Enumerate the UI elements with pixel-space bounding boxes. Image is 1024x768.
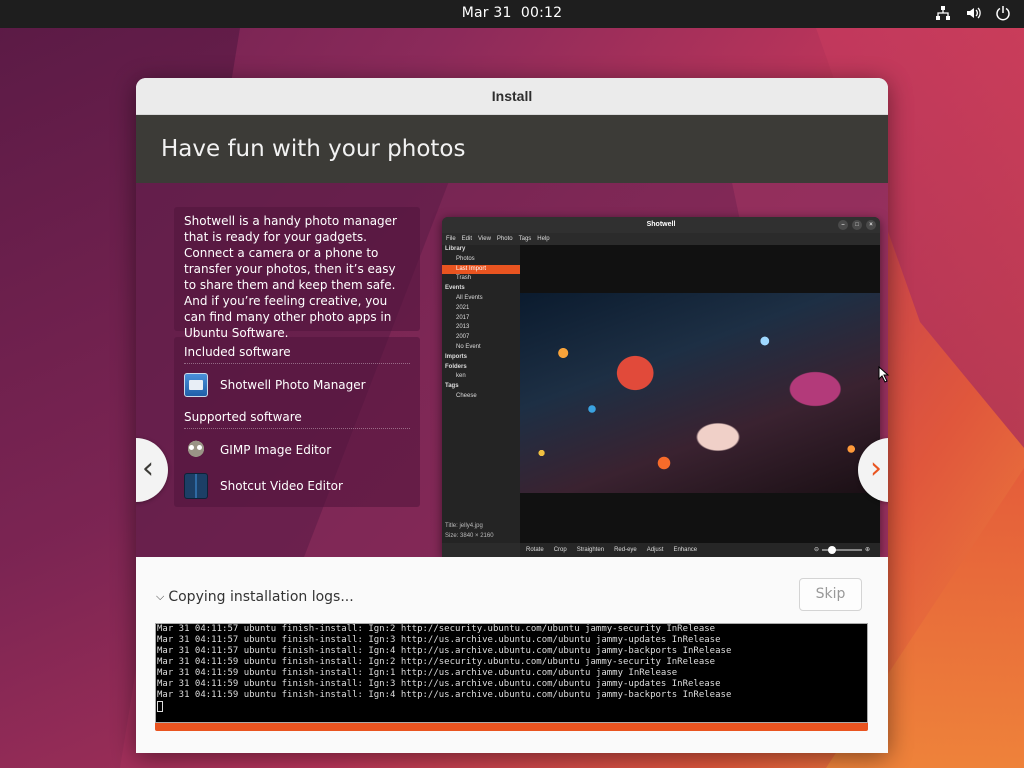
preview-sidebar-item: 2013 <box>456 324 470 331</box>
preview-sidebar-item: No Event <box>456 343 481 350</box>
window-title: Install <box>136 78 888 115</box>
power-icon[interactable] <box>994 4 1012 22</box>
zoom-track <box>821 546 862 554</box>
preview-menu-item: View <box>478 236 491 242</box>
meta-title: jelly4.jpg <box>459 523 483 529</box>
preview-menu-item: File <box>446 236 456 242</box>
shotcut-icon <box>184 473 208 499</box>
preview-menubar: File Edit View Photo Tags Help <box>442 233 880 245</box>
preview-sidebar-item: Photos <box>456 255 475 262</box>
log-line: Mar 31 04:11:59 ubuntu finish-install: I… <box>157 690 732 700</box>
skip-button[interactable]: Skip <box>799 578 862 611</box>
software-label: Shotcut Video Editor <box>220 479 343 493</box>
mouse-pointer-icon <box>878 365 890 383</box>
preview-tool: Red-eye <box>614 547 637 553</box>
clock-date: Mar 31 <box>461 5 512 21</box>
software-label: Shotwell Photo Manager <box>220 378 366 392</box>
preview-toolbar: Rotate Crop Straighten Red-eye Adjust Enhance… <box>520 543 880 557</box>
preview-sidebar-item: 2007 <box>456 334 470 341</box>
supported-software-heading: Supported software <box>184 406 410 429</box>
zoom-out-icon: ⊖ <box>813 547 819 553</box>
log-line: Mar 31 04:11:57 ubuntu finish-install: I… <box>157 646 732 656</box>
volume-icon[interactable] <box>964 4 982 22</box>
preview-sidebar-item: Cheese <box>456 392 477 399</box>
preview-menu-item: Help <box>537 236 550 242</box>
log-line: Mar 31 04:11:59 ubuntu finish-install: I… <box>157 657 716 667</box>
preview-tool: Straighten <box>576 547 605 553</box>
preview-tool: Adjust <box>646 547 664 553</box>
preview-sidebar-item: 2017 <box>456 314 470 321</box>
log-line: Mar 31 04:11:57 ubuntu finish-install: I… <box>157 624 716 634</box>
slide-description: Shotwell is a handy photo manager that i… <box>174 207 420 340</box>
shotwell-screenshot: Shotwell – □ × File Edit View Photo Tags… <box>442 217 880 557</box>
zoom-in-icon: ⊕ <box>864 547 870 553</box>
meta-size-label: Size: <box>445 533 459 539</box>
software-item-gimp: GIMP Image Editor <box>184 435 410 465</box>
chevron-right-icon: › <box>870 451 882 486</box>
close-icon: × <box>866 220 876 230</box>
gimp-icon <box>184 438 208 462</box>
system-tray[interactable] <box>934 4 1012 22</box>
preview-body: Library Photos Last Import Trash Events All E… <box>442 245 880 543</box>
slideshow: Shotwell is a handy photo manager that i… <box>136 183 888 557</box>
preview-tool: Crop <box>553 547 567 553</box>
clock[interactable]: Mar 31 00:12 <box>0 5 1024 21</box>
meta-size: 3840 × 2160 <box>460 533 494 539</box>
preview-sidebar-item: Trash <box>456 275 472 282</box>
meta-title-label: Title: <box>445 523 458 529</box>
log-line: Mar 31 04:11:57 ubuntu finish-install: I… <box>157 635 721 645</box>
preview-sidebar-item: 2021 <box>456 304 470 311</box>
top-bar: Mar 31 00:12 <box>0 0 1024 28</box>
terminal-cursor <box>157 701 163 712</box>
preview-menu-item: Photo <box>496 236 513 242</box>
preview-tool: Enhance <box>673 547 698 553</box>
log-line: Mar 31 04:11:59 ubuntu finish-install: I… <box>157 679 721 689</box>
software-item-shotwell: Shotwell Photo Manager <box>184 370 410 400</box>
zoom-slider: ⊖ ⊕ <box>814 543 870 557</box>
maximize-icon: □ <box>852 220 862 230</box>
preview-menu-item: Tags <box>518 236 532 242</box>
install-status[interactable]: ⌵ Copying installation logs... <box>156 589 354 605</box>
preview-tool: Rotate <box>526 547 544 553</box>
software-label: GIMP Image Editor <box>220 443 332 457</box>
preview-sidebar-item: All Events <box>456 294 483 301</box>
shotwell-icon <box>184 373 208 397</box>
progress-fill <box>155 723 868 731</box>
preview-title: Shotwell <box>646 221 676 228</box>
chevron-down-icon[interactable]: ⌵ <box>156 590 164 604</box>
preview-menu-item: Edit <box>461 236 473 242</box>
network-icon[interactable] <box>934 4 952 22</box>
preview-sidebar-item: Last Import <box>442 264 520 275</box>
minimize-icon: – <box>838 220 848 230</box>
chevron-left-icon: ‹ <box>142 451 154 486</box>
log-line: Mar 31 04:11:59 ubuntu finish-install: I… <box>157 668 678 678</box>
slide-heading: Have fun with your photos <box>136 115 888 183</box>
install-log-terminal[interactable]: Mar 31 04:11:57 ubuntu finish-install: I… <box>155 623 868 723</box>
software-list: Included software Shotwell Photo Manager… <box>174 337 420 507</box>
install-progress-section: ⌵ Copying installation logs... Skip Mar … <box>136 557 888 753</box>
install-progress-bar <box>155 723 868 731</box>
jellyfish-photo <box>520 293 880 493</box>
preview-titlebar: Shotwell – □ × <box>442 217 880 233</box>
preview-sidebar-section: Library <box>445 246 466 252</box>
preview-sidebar-section: Tags <box>445 383 459 390</box>
preview-metadata: Title: jelly4.jpg Size: 3840 × 2160 <box>445 521 494 541</box>
preview-sidebar-section: Imports <box>445 353 468 360</box>
preview-window-buttons: – □ × <box>838 220 876 230</box>
preview-sidebar-section: Events <box>445 285 465 292</box>
installer-window: Install Have fun with your photos Shotwe… <box>136 78 888 753</box>
preview-photo-area <box>520 245 880 543</box>
install-status-text: Copying installation logs... <box>168 589 354 605</box>
preview-sidebar: Library Photos Last Import Trash Events All E… <box>442 245 520 543</box>
clock-time: 00:12 <box>520 5 563 21</box>
software-item-shotcut: Shotcut Video Editor <box>184 471 410 501</box>
preview-sidebar-item: ken <box>456 373 466 380</box>
included-software-heading: Included software <box>184 341 410 364</box>
preview-sidebar-section: Folders <box>445 363 467 370</box>
